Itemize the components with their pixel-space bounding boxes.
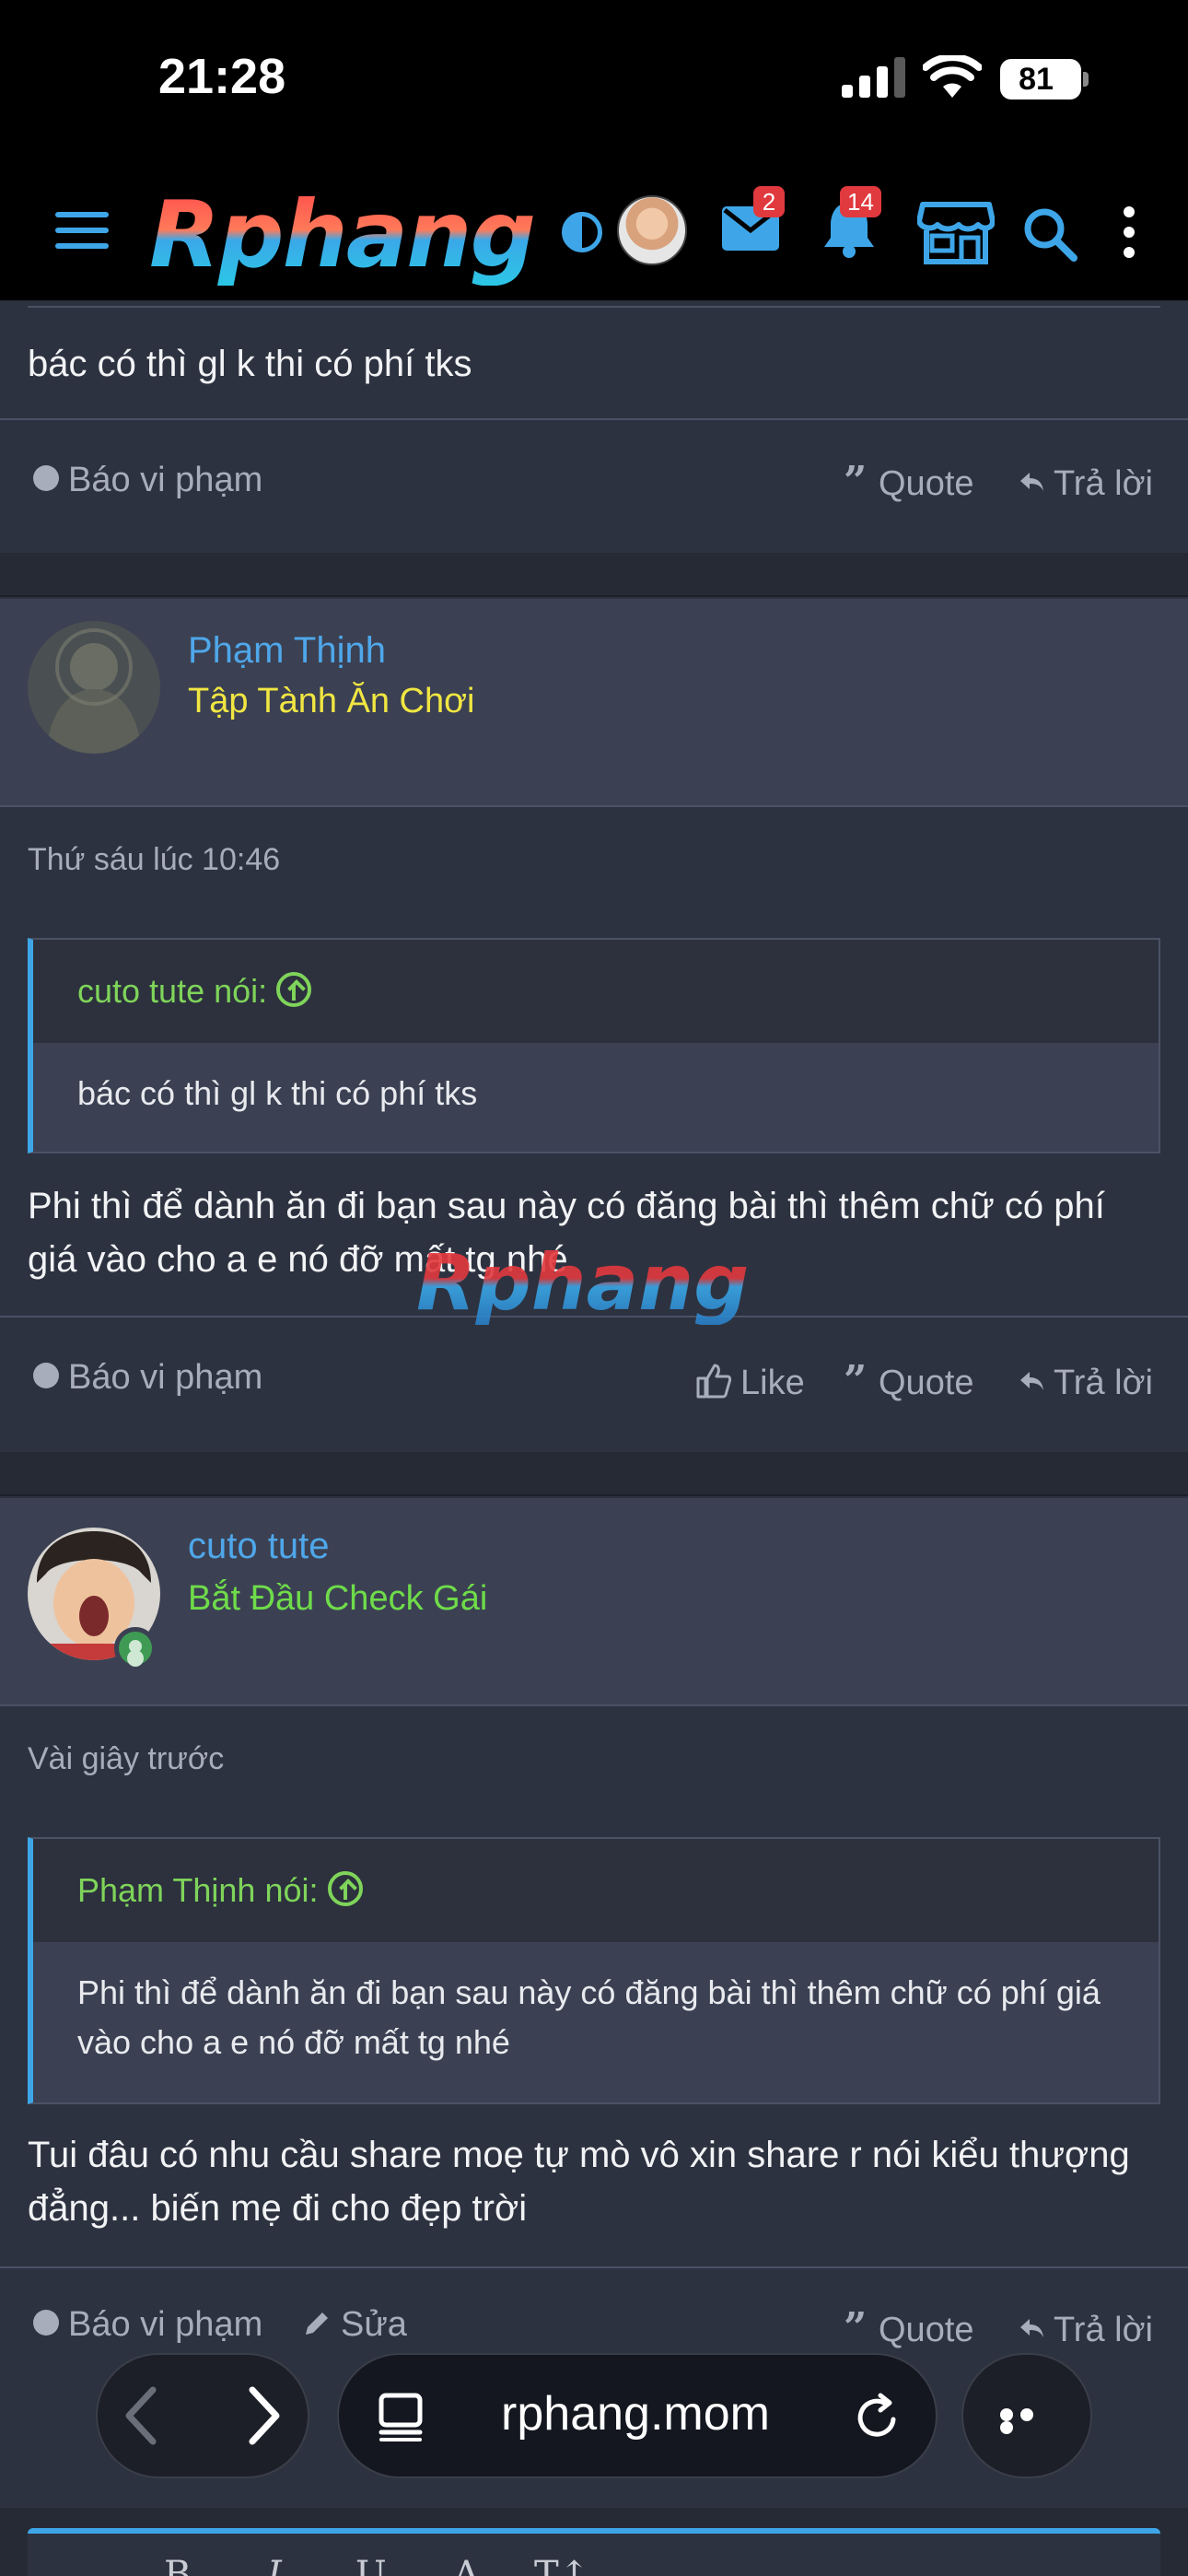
quote-button[interactable]: ” Quote <box>844 2303 974 2351</box>
username[interactable]: cuto tute <box>188 1526 329 1567</box>
quote-bottom-edge <box>28 302 1160 308</box>
user-title: Tập Tành Ăn Chơi <box>188 682 475 720</box>
quote-text: Phi thì để dành ăn đi bạn sau này có đăn… <box>77 1973 1101 2061</box>
post: Vài giây trước Phạm Thịnh nói: Phi thì đ… <box>0 1706 1188 2349</box>
reply-icon <box>1020 2318 1043 2337</box>
url-text[interactable]: rphang.mom <box>497 2386 774 2441</box>
report-button[interactable]: Báo vi phạm <box>33 461 262 500</box>
site-header: Rphang 2 14 <box>0 166 1188 302</box>
post-separator <box>0 553 1188 597</box>
alerts-count-badge: 14 <box>840 186 881 217</box>
report-icon <box>33 464 59 491</box>
post-separator <box>0 1452 1188 1496</box>
post-footer: Báo vi phạm ” Quote Trả lời <box>0 418 1188 556</box>
post-footer: Báo vi phạm Like ” Quote Trả lời <box>0 1316 1188 1454</box>
battery-level: 81 <box>1019 62 1054 97</box>
quote-text: bác có thì gl k thi có phí tks <box>77 1074 478 1112</box>
post-user-block: Phạm Thịnh Tập Tành Ăn Chơi <box>0 599 1188 807</box>
reload-icon[interactable] <box>853 2392 903 2441</box>
menu-icon[interactable] <box>55 212 109 254</box>
quote-icon: ” <box>844 457 868 505</box>
online-status-icon <box>114 1627 157 1669</box>
pencil-icon <box>306 2312 328 2335</box>
quote-author: cuto tute nói: <box>77 972 268 1010</box>
wifi-icon <box>923 55 982 98</box>
theme-toggle-icon[interactable] <box>562 212 602 252</box>
user-avatar[interactable] <box>28 621 160 754</box>
search-icon[interactable] <box>1022 206 1077 262</box>
font-size-button[interactable]: T↕ <box>534 2554 589 2576</box>
quote-button[interactable]: ” Quote <box>844 457 974 505</box>
battery-icon: 81 <box>1000 59 1081 100</box>
quote-icon: ” <box>844 2303 868 2351</box>
quote-block: Phạm Thịnh nói: Phi thì để dành ăn đi bạ… <box>28 1837 1160 2104</box>
text-color-button[interactable]: A <box>453 2554 480 2576</box>
forward-arrow-icon[interactable] <box>225 2377 298 2454</box>
site-watermark: Rphang <box>416 1237 750 1328</box>
user-title: Bắt Đầu Check Gái <box>188 1579 488 1618</box>
cellular-signal-icon <box>842 57 905 98</box>
reply-button[interactable]: Trả lời <box>1019 2311 1153 2350</box>
report-button[interactable]: Báo vi phạm <box>33 2305 262 2345</box>
editor-toolbar <box>28 2528 1160 2576</box>
more-vertical-icon[interactable] <box>1124 206 1136 262</box>
battery-cap <box>1083 72 1089 87</box>
italic-button[interactable]: I <box>267 2554 282 2576</box>
report-icon <box>33 1362 59 1388</box>
buddha-statue-image <box>28 621 160 754</box>
thumbs-up-icon <box>696 1364 731 1399</box>
store-icon[interactable] <box>917 201 995 265</box>
jump-to-quote-icon[interactable] <box>327 1871 363 1907</box>
status-time: 21:28 <box>158 49 286 104</box>
account-avatar[interactable] <box>617 195 687 265</box>
back-arrow-icon[interactable] <box>107 2377 181 2454</box>
edit-button[interactable]: Sửa <box>304 2305 407 2345</box>
post-user-block: cuto tute Bắt Đầu Check Gái <box>0 1498 1188 1706</box>
quote-button[interactable]: ” Quote <box>844 1356 974 1404</box>
post-previous: bác có thì gl k thi có phí tks Báo vi ph… <box>0 302 1188 553</box>
post-date[interactable]: Thứ sáu lúc 10:46 <box>28 842 280 878</box>
status-bar: 21:28 81 <box>0 0 1188 166</box>
report-icon <box>33 2309 59 2336</box>
quote-icon: ” <box>844 1356 868 1404</box>
quote-author: Phạm Thịnh nói: <box>77 1871 319 1909</box>
post: Thứ sáu lúc 10:46 cuto tute nói: bác có … <box>0 807 1188 1452</box>
site-logo[interactable]: Rphang <box>149 184 536 286</box>
reply-button[interactable]: Trả lời <box>1019 1364 1153 1403</box>
reply-icon <box>1020 472 1043 491</box>
post-date[interactable]: Vài giây trước <box>28 1741 224 1777</box>
post-message: bác có thì gl k thi có phí tks <box>28 344 472 384</box>
inbox-count-badge: 2 <box>753 186 785 217</box>
bold-button[interactable]: B <box>164 2554 191 2576</box>
jump-to-quote-icon[interactable] <box>276 972 312 1008</box>
tabs-icon[interactable] <box>378 2392 424 2441</box>
post-message: Tui đâu có nhu cầu share moẹ tự mò vô xi… <box>28 2135 1130 2229</box>
ellipsis-icon[interactable] <box>1000 2408 1055 2434</box>
report-button[interactable]: Báo vi phạm <box>33 1358 262 1398</box>
quote-header[interactable]: cuto tute nói: <box>33 940 1159 1043</box>
underline-button[interactable]: U <box>355 2554 387 2576</box>
quote-block: cuto tute nói: bác có thì gl k thi có ph… <box>28 938 1160 1153</box>
quote-header[interactable]: Phạm Thịnh nói: <box>33 1839 1159 1942</box>
username[interactable]: Phạm Thịnh <box>188 630 386 672</box>
reply-icon <box>1020 1371 1043 1390</box>
reply-button[interactable]: Trả lời <box>1019 464 1153 504</box>
like-button[interactable]: Like <box>696 1364 805 1403</box>
